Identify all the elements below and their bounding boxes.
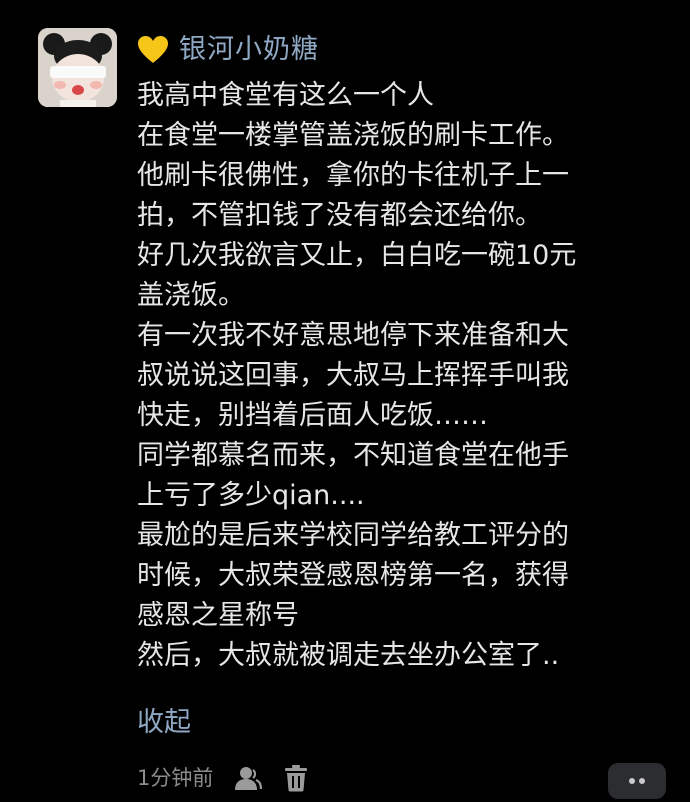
user-icon[interactable] [233, 763, 263, 793]
comment-line: 同学都慕名而来，不知道食堂在他手 [137, 440, 569, 471]
comment-line: 他刷卡很佛性，拿你的卡往机子上一 [137, 160, 569, 191]
comment-line: 盖浇饭。 [137, 280, 245, 311]
yellow-heart-icon [137, 35, 169, 65]
comment-card: 银河小奶糖 我高中食堂有这么一个人 在食堂一楼掌管盖浇饭的刷卡工作。 他刷卡很佛… [0, 0, 690, 802]
comment-line: 拍，不管扣钱了没有都会还给你。 [137, 200, 542, 231]
comment-header: 银河小奶糖 [137, 28, 319, 72]
comment-line: 在食堂一楼掌管盖浇饭的刷卡工作。 [137, 120, 569, 151]
comment-line: 好几次我欲言又止，白白吃一碗10元 [137, 240, 577, 271]
avatar-photo [38, 28, 117, 107]
username-link[interactable]: 银河小奶糖 [179, 28, 319, 72]
comment-line: 快走，别挡着后面人吃饭…… [137, 400, 488, 431]
comment-footer: 1分钟前 [137, 760, 677, 796]
collapse-link[interactable]: 收起 [137, 703, 191, 743]
avatar[interactable] [38, 28, 117, 107]
comment-body: 我高中食堂有这么一个人 在食堂一楼掌管盖浇饭的刷卡工作。 他刷卡很佛性，拿你的卡… [137, 76, 677, 676]
comment-line: 感恩之星称号 [137, 600, 299, 631]
comment-line: 有一次我不好意思地停下来准备和大 [137, 320, 569, 351]
timestamp: 1分钟前 [137, 766, 214, 790]
more-button[interactable] [608, 763, 666, 799]
comment-line: 然后，大叔就被调走去坐办公室了.. [137, 640, 560, 671]
comment-line: 我高中食堂有这么一个人 [137, 80, 434, 111]
more-dots-icon [629, 778, 645, 784]
trash-icon[interactable] [281, 763, 311, 793]
comment-line: 最尬的是后来学校同学给教工评分的 [137, 520, 569, 551]
comment-line: 时候，大叔荣登感恩榜第一名，获得 [137, 560, 569, 591]
comment-line: 叔说说这回事，大叔马上挥挥手叫我 [137, 360, 569, 391]
comment-line: 上亏了多少qian.... [137, 480, 365, 511]
